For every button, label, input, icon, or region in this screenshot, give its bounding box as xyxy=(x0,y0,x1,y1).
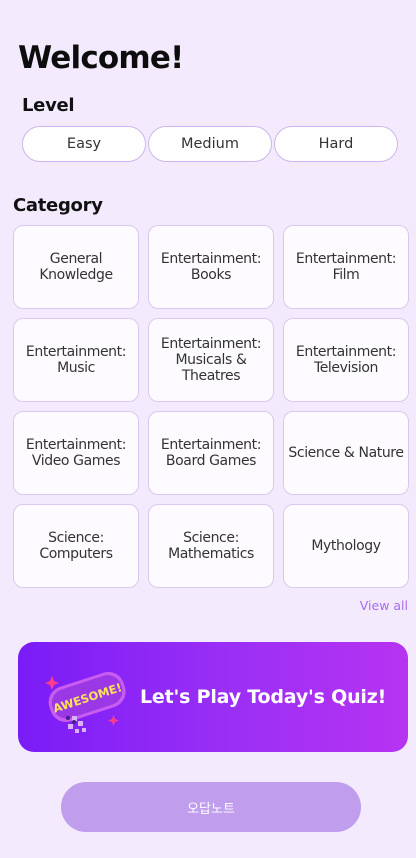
view-all-link[interactable]: View all xyxy=(360,598,408,613)
category-card-film[interactable]: Entertainment: Film xyxy=(283,225,409,309)
category-label: Category xyxy=(13,195,103,216)
category-card-mythology[interactable]: Mythology xyxy=(283,504,409,588)
banner-title: Let's Play Today's Quiz! xyxy=(140,686,387,708)
wrong-answer-notes-button[interactable]: 오답노트 xyxy=(61,782,361,832)
category-card-television[interactable]: Entertainment: Television xyxy=(283,318,409,402)
awesome-sticker-icon: AWESOME! xyxy=(45,671,126,733)
category-card-computers[interactable]: Science: Computers xyxy=(13,504,139,588)
level-medium-button[interactable]: Medium xyxy=(148,126,272,162)
level-label: Level xyxy=(22,95,75,116)
category-card-general-knowledge[interactable]: General Knowledge xyxy=(13,225,139,309)
category-card-board-games[interactable]: Entertainment: Board Games xyxy=(148,411,274,495)
category-card-musicals-theatres[interactable]: Entertainment: Musicals & Theatres xyxy=(148,318,274,402)
category-card-music[interactable]: Entertainment: Music xyxy=(13,318,139,402)
category-card-books[interactable]: Entertainment: Books xyxy=(148,225,274,309)
level-selector: Easy Medium Hard xyxy=(22,126,400,164)
category-card-video-games[interactable]: Entertainment: Video Games xyxy=(13,411,139,495)
category-card-science-nature[interactable]: Science & Nature xyxy=(283,411,409,495)
category-grid: General Knowledge Entertainment: Books E… xyxy=(13,225,409,588)
todays-quiz-banner[interactable]: AWESOME! Let's Play Today's Quiz! xyxy=(18,642,408,752)
level-easy-button[interactable]: Easy xyxy=(22,126,146,162)
level-hard-button[interactable]: Hard xyxy=(274,126,398,162)
page-title: Welcome! xyxy=(18,40,184,76)
category-card-mathematics[interactable]: Science: Mathematics xyxy=(148,504,274,588)
